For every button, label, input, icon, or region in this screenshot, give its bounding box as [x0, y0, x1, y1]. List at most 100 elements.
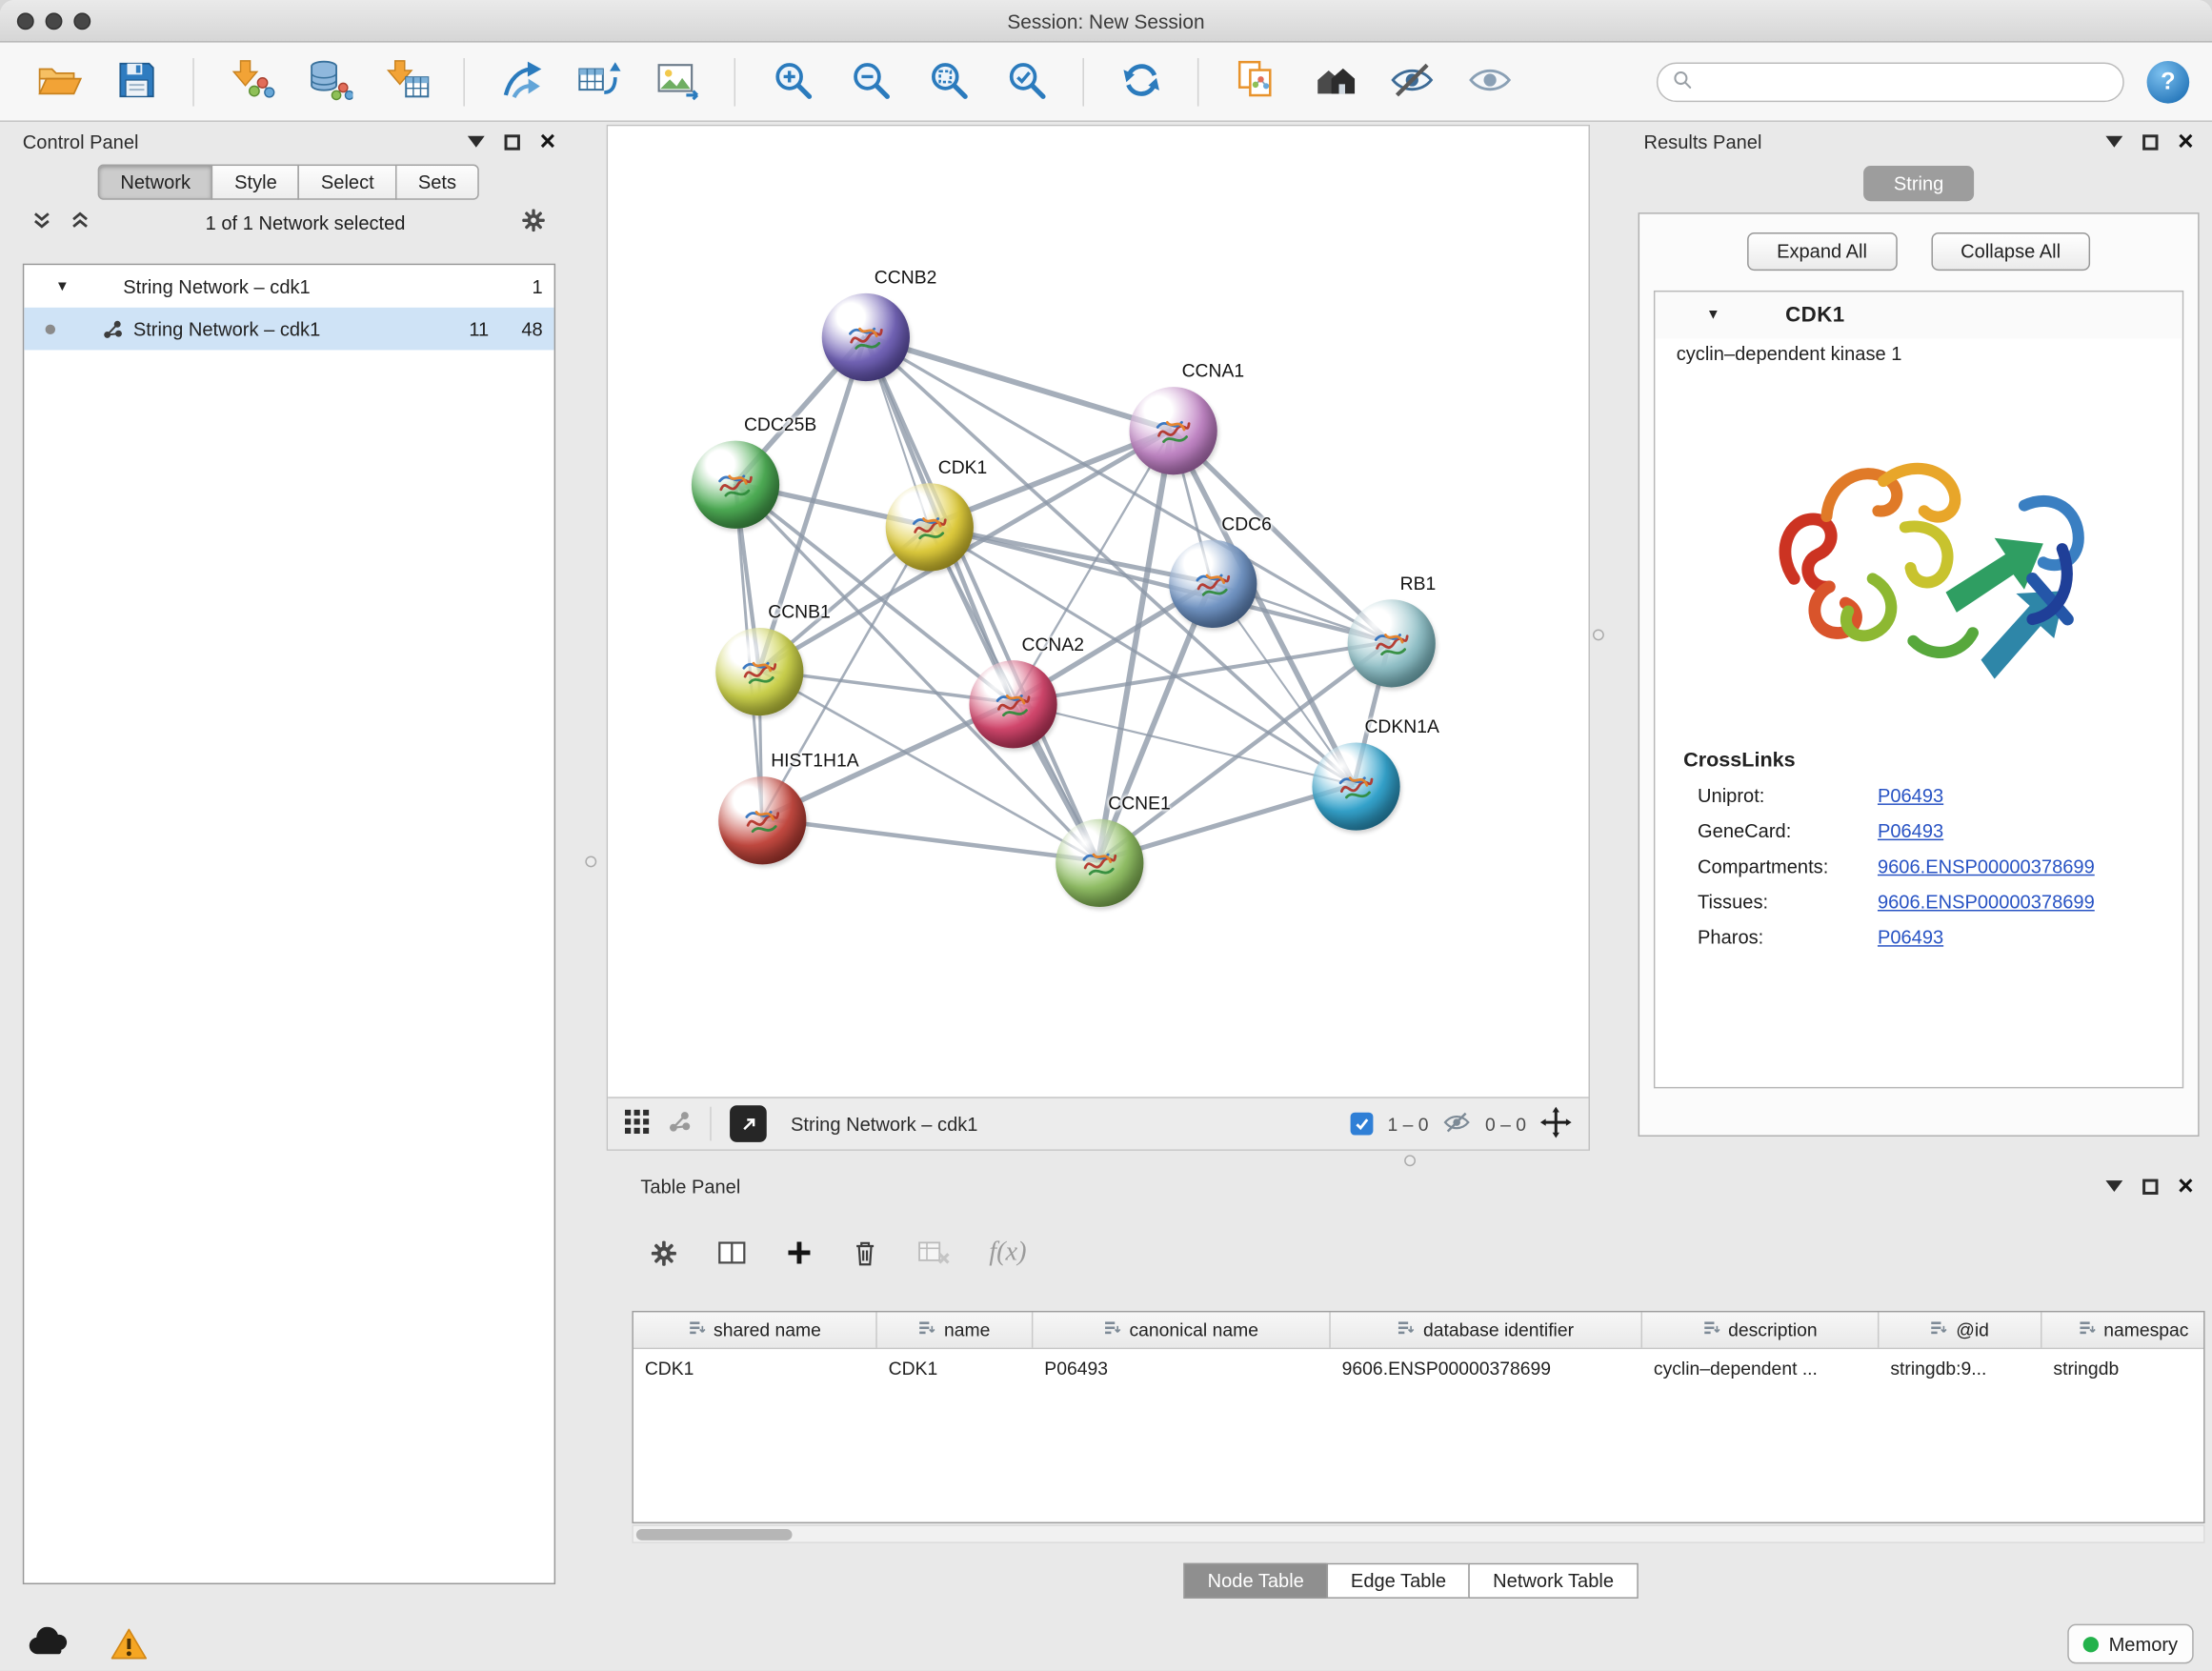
warning-icon[interactable] — [110, 1627, 150, 1665]
table-settings-gear-icon[interactable] — [649, 1238, 678, 1267]
network-from-table-button[interactable] — [567, 49, 632, 113]
close-window-button[interactable] — [17, 12, 34, 30]
import-table-from-file-button[interactable] — [374, 49, 439, 113]
function-builder-icon[interactable]: f(x) — [989, 1238, 1026, 1269]
table-row[interactable]: CDK1CDK1P064939606.ENSP00000378699cyclin… — [633, 1349, 2203, 1387]
delete-table-icon[interactable] — [916, 1238, 951, 1267]
column-header-shared-name[interactable]: shared name — [633, 1312, 877, 1347]
search-box[interactable] — [1657, 62, 2124, 102]
help-button[interactable]: ? — [2147, 60, 2190, 103]
column-header-database-identifier[interactable]: database identifier — [1331, 1312, 1642, 1347]
network-node-ccna1[interactable] — [1130, 387, 1217, 474]
panel-close-icon[interactable]: × — [2178, 1173, 2194, 1199]
control-panel-tab-network[interactable]: Network — [98, 165, 213, 200]
cloud-status-icon[interactable] — [26, 1627, 72, 1662]
network-row-selected[interactable]: String Network – cdk1 11 48 — [24, 308, 553, 351]
network-canvas[interactable]: CCNB2CCNA1CDC25BCDK1CDC6RB1CCNB1CCNA2CDK… — [608, 126, 1588, 1097]
delete-column-trash-icon[interactable] — [852, 1238, 878, 1267]
network-node-hist1h1a[interactable] — [718, 776, 806, 864]
import-network-from-database-button[interactable] — [296, 49, 361, 113]
tree-expand-icon[interactable]: ▼ — [55, 278, 70, 293]
crosslink-link[interactable]: P06493 — [1878, 820, 2182, 841]
pan-crosshair-icon[interactable] — [1540, 1106, 1572, 1141]
table-horizontal-scrollbar[interactable] — [632, 1525, 2204, 1543]
network-node-ccne1[interactable] — [1056, 819, 1143, 907]
network-share-icon[interactable] — [668, 1110, 692, 1138]
network-collection-row[interactable]: ▼ String Network – cdk1 1 — [24, 265, 553, 308]
zoom-in-button[interactable] — [759, 49, 824, 113]
control-panel-tab-style[interactable]: Style — [211, 165, 299, 200]
network-node-ccna2[interactable] — [969, 660, 1056, 748]
table-cell[interactable]: CDK1 — [877, 1358, 1034, 1379]
network-node-ccnb1[interactable] — [715, 628, 803, 715]
table-cell[interactable]: stringdb:9... — [1879, 1358, 2041, 1379]
column-header-namespac[interactable]: namespac — [2042, 1312, 2205, 1347]
table-cell[interactable]: P06493 — [1033, 1358, 1330, 1379]
memory-button[interactable]: Memory — [2067, 1624, 2193, 1664]
expand-all-networks-icon[interactable] — [31, 210, 52, 235]
table-cell[interactable]: 9606.ENSP00000378699 — [1331, 1358, 1642, 1379]
hide-graphics-details-button[interactable] — [1378, 49, 1443, 113]
zoom-out-button[interactable] — [837, 49, 902, 113]
detach-view-button[interactable] — [730, 1105, 767, 1142]
network-node-rb1[interactable] — [1348, 599, 1436, 687]
control-panel-tab-select[interactable]: Select — [298, 165, 396, 200]
panel-minimize-icon[interactable] — [468, 136, 485, 148]
zoom-fit-button[interactable] — [915, 49, 980, 113]
grid-view-icon[interactable] — [625, 1110, 649, 1138]
crosslink-link[interactable]: P06493 — [1878, 785, 2182, 806]
search-input[interactable] — [1703, 70, 2108, 91]
table-tab-node-table[interactable]: Node Table — [1183, 1563, 1328, 1599]
table-tab-edge-table[interactable]: Edge Table — [1327, 1563, 1471, 1599]
maximize-window-button[interactable] — [73, 12, 90, 30]
collapse-all-networks-icon[interactable] — [70, 210, 90, 235]
import-network-from-file-button[interactable] — [218, 49, 283, 113]
table-tab-network-table[interactable]: Network Table — [1469, 1563, 1638, 1599]
panel-close-icon[interactable]: × — [2178, 129, 2194, 155]
tab-string[interactable]: String — [1863, 166, 1974, 201]
column-header-canonical-name[interactable]: canonical name — [1033, 1312, 1330, 1347]
panel-minimize-icon[interactable] — [2105, 136, 2122, 148]
panel-float-icon[interactable] — [2142, 134, 2158, 150]
splitter-handle[interactable] — [1404, 1155, 1416, 1166]
crosslink-link[interactable]: P06493 — [1878, 927, 2182, 948]
open-session-button[interactable] — [26, 49, 90, 113]
selected-checkbox-icon[interactable] — [1351, 1113, 1374, 1136]
new-network-from-selection-button[interactable] — [489, 49, 553, 113]
splitter-handle[interactable] — [1593, 629, 1604, 640]
gene-collapse-icon[interactable]: ▼ — [1706, 308, 1720, 323]
create-column-plus-icon[interactable] — [785, 1238, 814, 1267]
panel-float-icon[interactable] — [504, 134, 519, 150]
column-header-id[interactable]: @id — [1879, 1312, 2041, 1347]
network-node-cdc25b[interactable] — [692, 441, 779, 529]
panel-float-icon[interactable] — [2142, 1178, 2158, 1194]
network-node-cdc6[interactable] — [1169, 540, 1257, 628]
network-node-ccnb2[interactable] — [822, 293, 910, 381]
export-image-button[interactable] — [645, 49, 710, 113]
show-columns-icon[interactable] — [717, 1238, 747, 1267]
network-options-gear-icon[interactable] — [520, 207, 547, 238]
minimize-window-button[interactable] — [46, 12, 63, 30]
column-header-name[interactable]: name — [877, 1312, 1034, 1347]
expand-all-button[interactable]: Expand All — [1747, 232, 1897, 271]
refresh-button[interactable] — [1108, 49, 1173, 113]
column-header-description[interactable]: description — [1642, 1312, 1879, 1347]
scrollbar-thumb[interactable] — [636, 1529, 793, 1540]
overview-button[interactable] — [1301, 49, 1366, 113]
panel-close-icon[interactable]: × — [540, 129, 556, 155]
crosslink-link[interactable]: 9606.ENSP00000378699 — [1878, 892, 2182, 913]
show-graphics-details-button[interactable] — [1457, 49, 1521, 113]
splitter-handle[interactable] — [585, 856, 596, 867]
zoom-selected-button[interactable] — [994, 49, 1058, 113]
table-cell[interactable]: CDK1 — [633, 1358, 877, 1379]
network-node-cdk1[interactable] — [886, 483, 974, 571]
duplicate-network-button[interactable] — [1223, 49, 1288, 113]
control-panel-tab-sets[interactable]: Sets — [395, 165, 479, 200]
save-session-button[interactable] — [104, 49, 169, 113]
table-cell[interactable]: cyclin–dependent ... — [1642, 1358, 1879, 1379]
table-cell[interactable]: stringdb — [2042, 1358, 2205, 1379]
collapse-all-button[interactable]: Collapse All — [1931, 232, 2090, 271]
crosslink-link[interactable]: 9606.ENSP00000378699 — [1878, 856, 2182, 876]
panel-minimize-icon[interactable] — [2105, 1180, 2122, 1192]
network-node-cdkn1a[interactable] — [1312, 742, 1399, 830]
